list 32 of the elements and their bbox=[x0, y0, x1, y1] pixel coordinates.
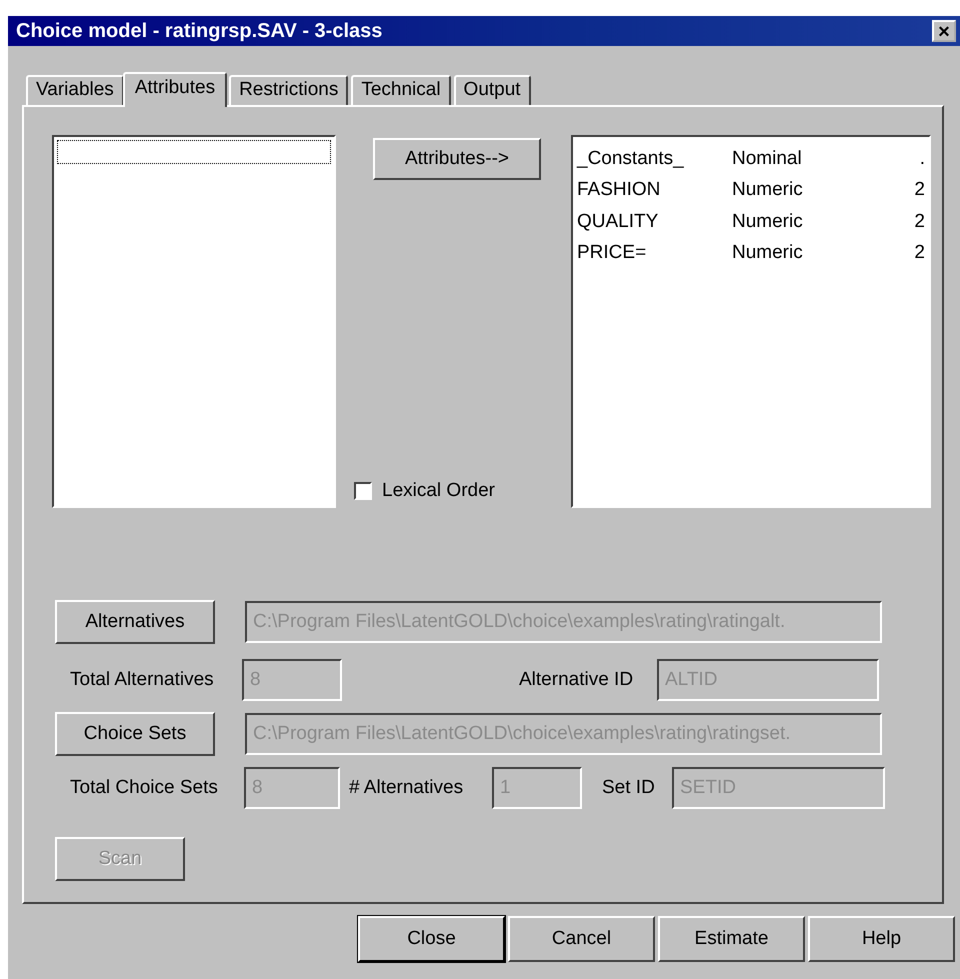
attribute-type: Nominal bbox=[732, 148, 803, 170]
close-button[interactable]: × bbox=[932, 20, 956, 42]
attribute-type: Numeric bbox=[732, 179, 804, 202]
attribute-count: . bbox=[918, 148, 925, 170]
field-label: # Alternatives bbox=[349, 777, 464, 799]
field-label: Set ID bbox=[602, 777, 656, 799]
tab[interactable]: Attributes bbox=[122, 72, 228, 107]
dialog-button[interactable]: Estimate bbox=[658, 916, 805, 962]
attribute-count: 2 bbox=[913, 179, 925, 202]
checkbox[interactable] bbox=[354, 482, 372, 500]
tab[interactable]: Restrictions bbox=[229, 75, 348, 105]
field-label: Total Choice Sets bbox=[70, 777, 219, 799]
dialog-button[interactable]: Close bbox=[358, 916, 505, 962]
tab[interactable]: Variables bbox=[26, 75, 124, 105]
attribute-type: Numeric bbox=[732, 242, 804, 264]
tab[interactable]: Output bbox=[454, 75, 531, 105]
checkbox-label[interactable]: Lexical Order bbox=[382, 480, 495, 502]
attributes-button[interactable]: Attributes--> bbox=[373, 138, 541, 180]
attributes-list[interactable]: _Constants_ Nominal . FASHION Numeric 2 QUALITY Numeric 2 PRICE= Numeric 2 bbox=[571, 135, 931, 508]
window-title: Choice model - ratingrsp.SAV - 3-class bbox=[16, 20, 384, 42]
field-label: Total Alternatives bbox=[70, 669, 215, 691]
attribute-type: Numeric bbox=[732, 210, 804, 233]
attribute-name: FASHION bbox=[577, 179, 662, 202]
tab[interactable]: Technical bbox=[351, 75, 451, 105]
dialog-button[interactable]: Help bbox=[808, 916, 955, 962]
attribute-count: 2 bbox=[913, 242, 925, 264]
attribute-name: QUALITY bbox=[577, 210, 660, 233]
field-label: Alternative ID bbox=[519, 669, 634, 691]
attribute-count: 2 bbox=[913, 210, 925, 233]
attribute-name: _Constants_ bbox=[577, 148, 685, 170]
attribute-name: PRICE= bbox=[577, 242, 648, 264]
dialog-button[interactable]: Cancel bbox=[508, 916, 655, 962]
